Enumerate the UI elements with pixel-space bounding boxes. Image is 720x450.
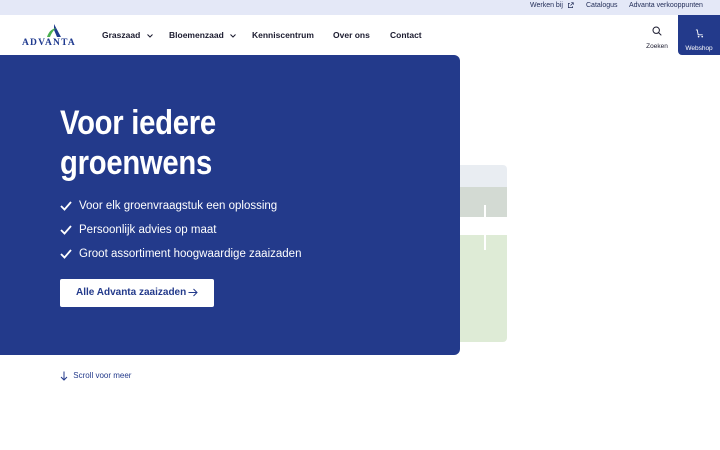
scroll-more-link[interactable]: Scroll voor meer: [60, 371, 131, 381]
link-catalogus[interactable]: Catalogus: [586, 2, 618, 9]
hero-banner: Voor iedere groenwens Voor elk groenvraa…: [0, 55, 460, 355]
hero-bullet-text: Persoonlijk advies op maat: [79, 224, 217, 236]
nav-contact[interactable]: Contact: [390, 30, 422, 40]
advanta-logo-text: ADVANTA: [22, 38, 76, 48]
nav-bloemenzaad[interactable]: Bloemenzaad: [169, 30, 237, 40]
search-button-label: Zoeken: [646, 43, 668, 50]
search-button[interactable]: Zoeken: [640, 23, 674, 53]
nav-over-ons[interactable]: Over ons: [333, 30, 370, 40]
all-seeds-button[interactable]: Alle Advanta zaaizaden: [60, 279, 214, 307]
hero-bullet-text: Voor elk groenvraagstuk een oplossing: [79, 200, 278, 212]
link-werken-bij-label: Werken bij: [530, 2, 563, 9]
nav-graszaad-label: Graszaad: [102, 30, 141, 40]
link-werken-bij[interactable]: Werken bij: [530, 2, 574, 9]
nav-graszaad[interactable]: Graszaad: [102, 30, 153, 40]
hero-bullet-text: Groot assortiment hoogwaardige zaaizaden: [79, 248, 302, 260]
search-icon: [652, 26, 662, 36]
all-seeds-button-label: Alle Advanta zaaizaden: [76, 287, 187, 298]
scroll-more-label: Scroll voor meer: [73, 371, 132, 381]
advanta-logo-mark: [47, 24, 61, 37]
nav-kenniscentrum[interactable]: Kenniscentrum: [252, 30, 314, 40]
utility-bar: Werken bij Catalogus Advanta verkooppunt…: [0, 0, 720, 15]
checkmark-icon: [60, 249, 72, 259]
chevron-down-icon: [146, 33, 153, 38]
main-nav: ADVANTA Graszaad Bloemenzaad Kenniscentr…: [0, 15, 720, 55]
chevron-down-icon: [230, 33, 237, 38]
advanta-logo[interactable]: ADVANTA: [22, 24, 86, 48]
external-link-icon: [567, 2, 574, 8]
arrow-down-icon: [60, 371, 68, 381]
webshop-button[interactable]: Webshop: [678, 15, 720, 55]
arrow-right-icon: [188, 288, 198, 297]
checkmark-icon: [60, 225, 72, 235]
cart-icon: [695, 29, 703, 38]
checkmark-icon: [60, 201, 72, 211]
hero-title-line1: Voor iedere: [60, 104, 216, 142]
link-verkooppunten[interactable]: Advanta verkooppunten: [629, 2, 703, 9]
nav-bloemenzaad-label: Bloemenzaad: [169, 30, 224, 40]
hero-title: Voor iedere groenwens: [60, 103, 318, 183]
hero-title-line2: groenwens: [60, 144, 213, 182]
webshop-button-label: Webshop: [685, 45, 713, 52]
